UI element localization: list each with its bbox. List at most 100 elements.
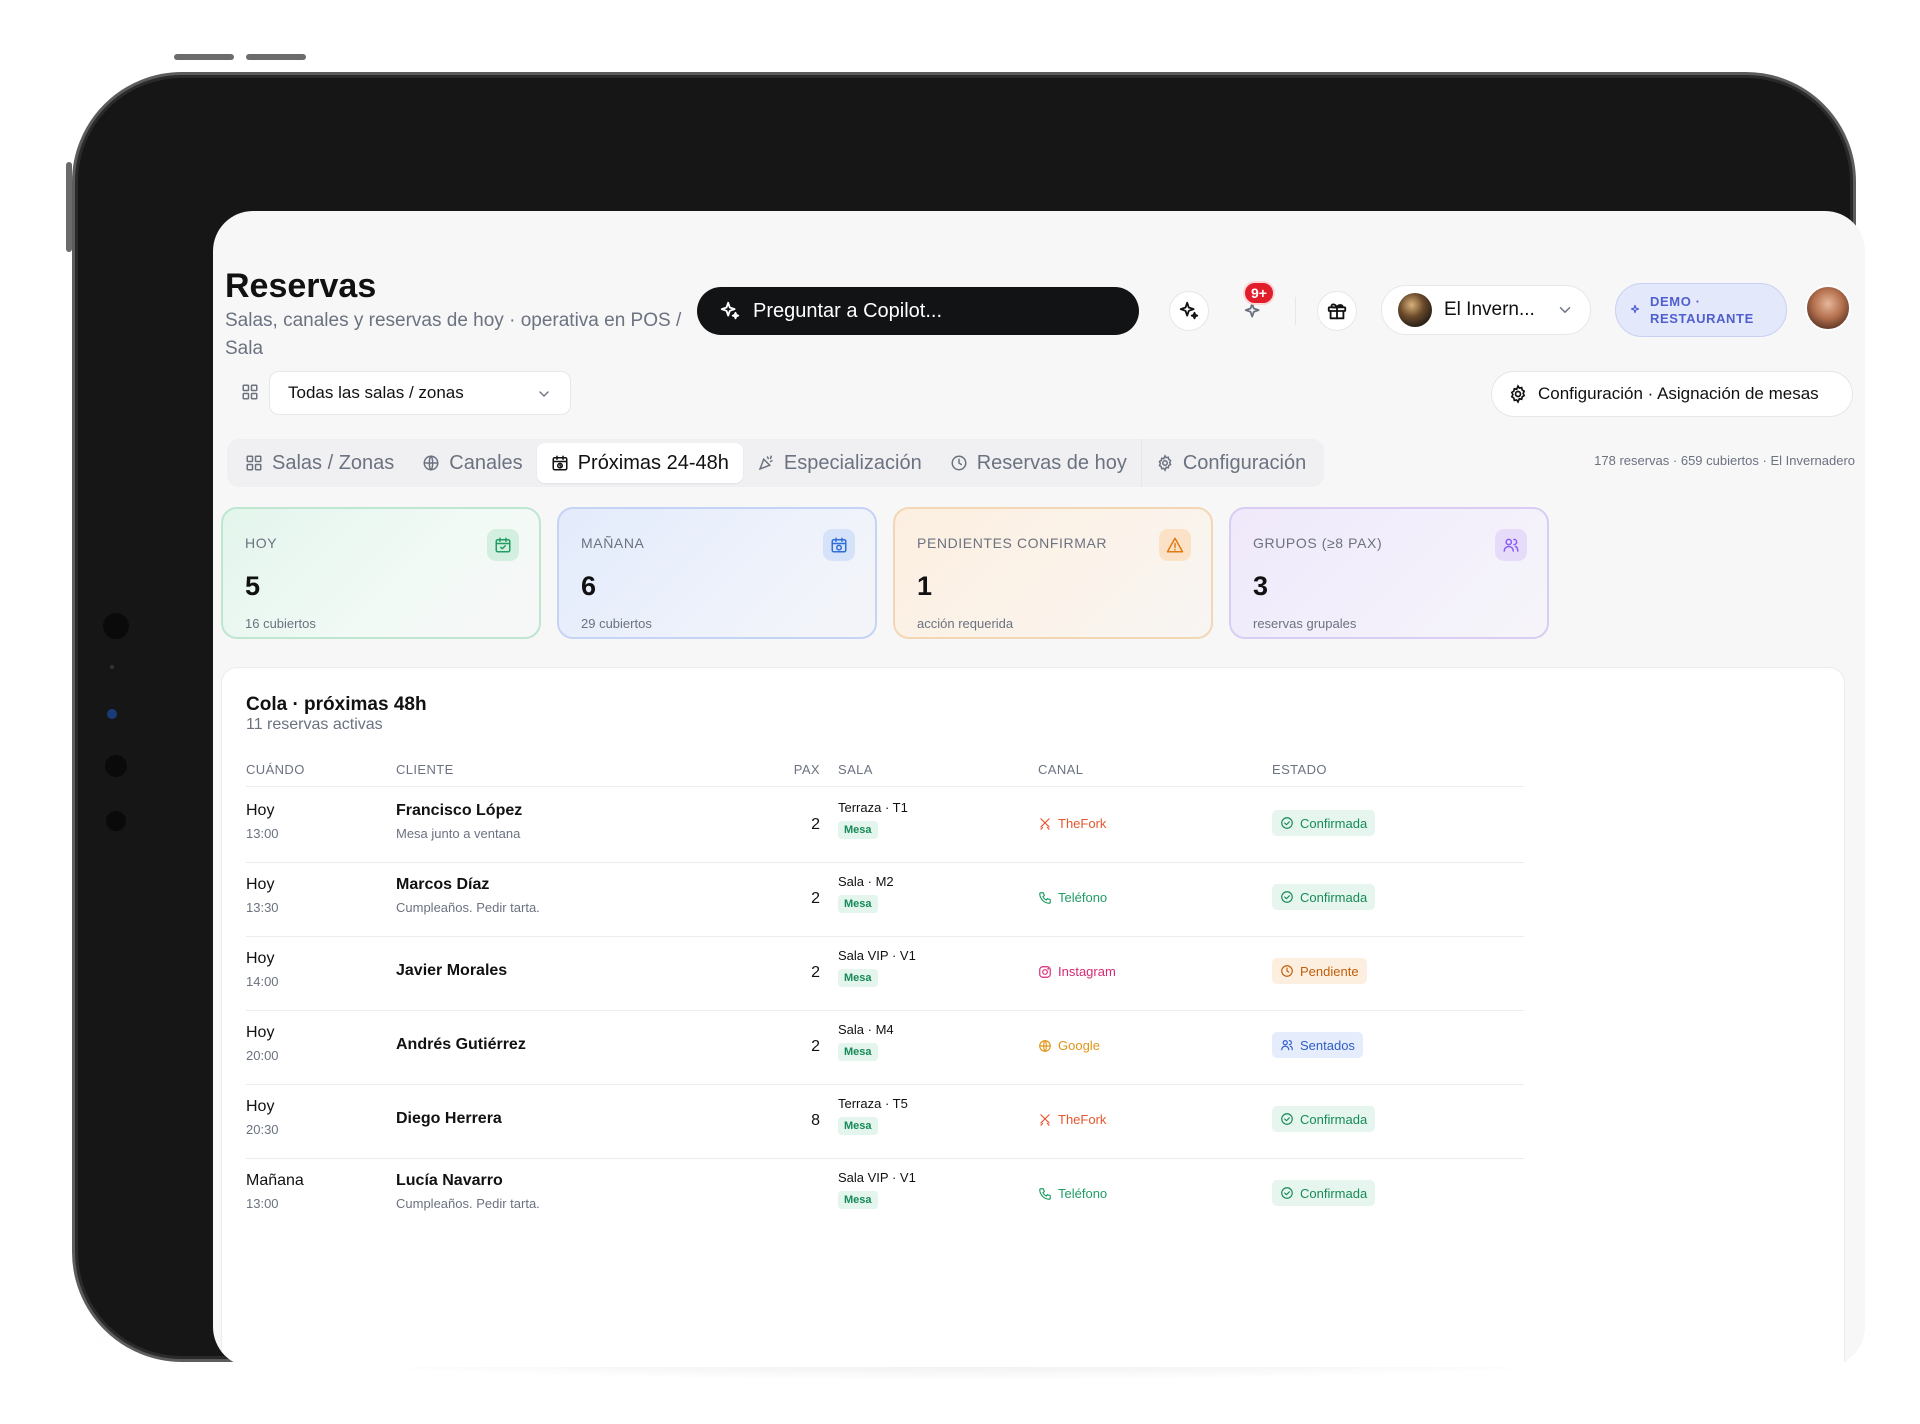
fork-knife-icon <box>1038 1113 1052 1127</box>
column-header: CLIENTE <box>396 762 454 777</box>
sala-cell: Terraza · T5 Mesa <box>838 1096 908 1135</box>
canal-cell: TheFork <box>1038 1112 1106 1127</box>
status-badge[interactable]: Sentados <box>1272 1032 1363 1058</box>
reservation-time: 13:30 <box>246 900 279 915</box>
canal-label: Teléfono <box>1058 890 1108 905</box>
status-label: Confirmada <box>1300 1111 1368 1127</box>
reservations-queue: Cola · próximas 48h 11 reservas activas … <box>221 667 1845 1367</box>
tab-especializacion[interactable]: Especialización <box>743 443 936 483</box>
restaurant-avatar <box>1398 293 1432 327</box>
client-note: Cumpleaños. Pedir tarta. <box>396 900 540 915</box>
canal-label: Teléfono <box>1058 1186 1108 1201</box>
tab-reservas-hoy[interactable]: Reservas de hoy <box>936 443 1141 483</box>
client-note: Cumpleaños. Pedir tarta. <box>396 1196 540 1211</box>
tab-canales[interactable]: Canales <box>408 443 536 483</box>
canal-label: Google <box>1058 1038 1100 1053</box>
demo-badge-line2: RESTAURANTE <box>1650 311 1754 326</box>
reservation-day: Hoy <box>246 950 275 967</box>
table-row[interactable]: Hoy 13:00 Francisco López Mesa junto a vent… <box>222 788 1846 862</box>
client-name: Marcos Díaz <box>396 876 490 893</box>
sala-cell: Sala · M2 Mesa <box>838 874 894 913</box>
sala-cell: Terraza · T1 Mesa <box>838 800 908 839</box>
divider <box>1295 297 1296 325</box>
when-cell: Hoy 13:00 <box>246 802 279 841</box>
status-label: Pendiente <box>1300 963 1359 979</box>
kpi-label: GRUPOS (≥8 PAX) <box>1253 535 1383 551</box>
client-cell: Lucía Navarro Cumpleaños. Pedir tarta. <box>396 1172 540 1211</box>
table-row[interactable]: Hoy 20:30 Diego Herrera 8 Terraza · T5 Mesa Th… <box>222 1084 1846 1158</box>
canal-cell: Google <box>1038 1038 1100 1053</box>
reservation-day: Hoy <box>246 1024 275 1041</box>
status-badge[interactable]: Pendiente <box>1272 958 1367 984</box>
status-label: Confirmada <box>1300 815 1368 831</box>
canal-cell: Instagram <box>1038 964 1116 979</box>
globe-icon <box>422 454 440 472</box>
sala-name: Sala · M4 <box>838 1022 894 1037</box>
restaurant-selector[interactable]: El Invern... <box>1381 285 1591 335</box>
client-cell: Francisco López Mesa junto a ventana <box>396 802 522 841</box>
table-row[interactable]: Mañana 13:00 Lucía Navarro Cumpleaños. Pedi… <box>222 1158 1846 1232</box>
check-circle-icon <box>1280 816 1294 830</box>
phone-icon <box>1038 891 1052 905</box>
sala-name: Sala · M2 <box>838 874 894 889</box>
tab-salas-zonas[interactable]: Salas / Zonas <box>231 443 408 483</box>
reservation-day: Mañana <box>246 1172 304 1189</box>
config-button-label: Configuración · Asignación de mesas <box>1538 384 1819 403</box>
sparkles-icon <box>1178 300 1200 322</box>
mesa-tag: Mesa <box>838 969 878 987</box>
mesa-tag: Mesa <box>838 895 878 913</box>
table-assignment-config-button[interactable]: Configuración · Asignación de mesas <box>1491 371 1853 417</box>
zone-select[interactable]: Todas las salas / zonas <box>269 371 571 415</box>
clock-icon <box>1280 964 1294 978</box>
status-badge[interactable]: Confirmada <box>1272 810 1376 836</box>
kpi-card-grupos: GRUPOS (≥8 PAX) 3 reservas grupales <box>1229 507 1549 639</box>
client-name: Lucía Navarro <box>396 1172 503 1189</box>
tab-label: Próximas 24-48h <box>577 451 729 474</box>
when-cell: Mañana 13:00 <box>246 1172 304 1211</box>
status-badge[interactable]: Confirmada <box>1272 1106 1376 1132</box>
pax-cell: 8 <box>811 1112 820 1129</box>
kpi-value: 6 <box>581 571 597 601</box>
sala-name: Terraza · T5 <box>838 1096 908 1111</box>
sala-name: Sala VIP · V1 <box>838 948 916 963</box>
users-icon <box>1495 529 1527 561</box>
status-label: Confirmada <box>1300 1185 1368 1201</box>
column-header: SALA <box>838 762 873 777</box>
status-label: Sentados <box>1300 1037 1355 1053</box>
table-row[interactable]: Hoy 20:00 Andrés Gutiérrez 2 Sala · M4 Mesa Go… <box>222 1010 1846 1084</box>
kpi-foot: 29 cubiertos <box>581 616 652 631</box>
tab-proximas[interactable]: Próximas 24-48h <box>536 443 743 483</box>
table-row[interactable]: Hoy 14:00 Javier Morales 2 Sala VIP · V1 Mesa… <box>222 936 1846 1010</box>
tablet-frame: Reservas Salas, canales y reservas de ho… <box>72 72 1865 1367</box>
phone-icon <box>1038 1187 1052 1201</box>
copilot-search[interactable]: Preguntar a Copilot... <box>697 287 1139 335</box>
kpi-value: 5 <box>245 571 261 601</box>
gear-icon <box>1156 454 1174 472</box>
kpi-card-hoy: HOY 5 16 cubiertos <box>221 507 541 639</box>
status-badge[interactable]: Confirmada <box>1272 1180 1376 1206</box>
status-badge[interactable]: Confirmada <box>1272 884 1376 910</box>
status-label: Confirmada <box>1300 889 1368 905</box>
client-name: Diego Herrera <box>396 1110 502 1127</box>
clock-icon <box>950 454 968 472</box>
client-name: Andrés Gutiérrez <box>396 1036 526 1053</box>
sala-cell: Sala VIP · V1 Mesa <box>838 948 916 987</box>
divider <box>246 786 1524 787</box>
reservation-time: 14:00 <box>246 974 279 989</box>
page-subtitle: Salas, canales y reservas de hoy · opera… <box>225 310 682 359</box>
client-cell: Marcos Díaz Cumpleaños. Pedir tarta. <box>396 876 540 915</box>
sensor-dot <box>105 755 127 777</box>
tab-configuracion[interactable]: Configuración <box>1142 443 1320 483</box>
sala-name: Terraza · T1 <box>838 800 908 815</box>
kpi-foot: acción requerida <box>917 616 1014 631</box>
user-avatar[interactable] <box>1805 285 1851 331</box>
table-row[interactable]: Hoy 13:30 Marcos Díaz Cumpleaños. Pedir tar… <box>222 862 1846 936</box>
calendar-clock-icon <box>551 454 569 472</box>
notifications-badge: 9+ <box>1243 281 1275 305</box>
reservation-day: Hoy <box>246 1098 275 1115</box>
gift-button[interactable] <box>1317 291 1357 331</box>
ai-assist-button[interactable] <box>1169 291 1209 331</box>
tab-label: Reservas de hoy <box>976 451 1127 474</box>
globe-icon <box>1038 1039 1052 1053</box>
canal-label: Instagram <box>1058 964 1116 979</box>
